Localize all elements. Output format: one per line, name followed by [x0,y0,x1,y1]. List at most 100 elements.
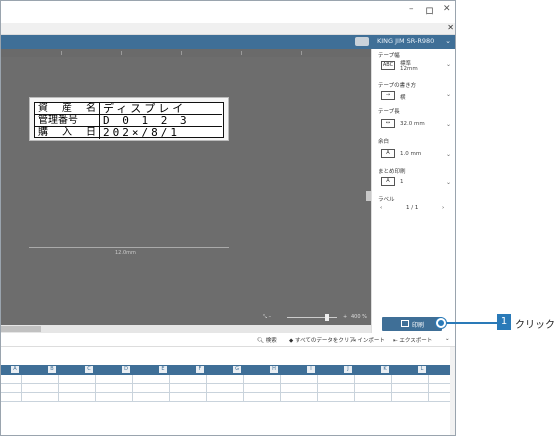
dimension-text: 12.0mm [115,250,136,256]
margin-icon[interactable]: A [381,149,395,158]
chevron-down-icon[interactable]: ⌄ [446,91,451,98]
app-window: – ロ ✕ ✕ KING JIM SR-R980 ⌄ 資 産 名 ディスプレイ [0,0,456,436]
chevron-down-icon[interactable]: ⌄ [446,121,451,128]
grid-column-header[interactable]: G [233,366,241,373]
chevron-down-icon[interactable]: ⌄ [446,151,451,158]
margin-label: 余白 [378,139,390,145]
print-button[interactable]: 印刷 [382,317,442,331]
tape-width-label: テープ幅 [378,53,400,59]
search-label: 検索 [265,338,277,344]
printer-icon [401,320,409,327]
scrollbar-thumb[interactable] [1,326,41,332]
label-key-char: 名 [86,103,96,114]
export-button[interactable]: ⇤ エクスポート [393,336,432,344]
prev-page-icon[interactable]: ‹ [380,205,382,211]
tape-direction-label: テープの書き方 [378,83,417,89]
zoom-slider-track[interactable] [287,317,337,318]
tape-width-icon[interactable]: ABC [381,61,395,70]
ruler-tick [181,51,182,55]
label-value: ディスプレイ [103,103,187,115]
minimize-button[interactable]: – [409,4,414,14]
tape-width-value: 12mm [400,66,418,72]
clear-all-button[interactable]: ◆ すべてのデータをクリア [289,336,355,344]
grid-column-header[interactable]: L [418,366,426,373]
close-button[interactable]: ✕ [443,4,451,14]
label-key-char: 購 [38,127,48,138]
grid-divider [354,375,355,402]
step-badge: 1 [497,314,511,330]
grid-divider [206,375,207,402]
label-preview[interactable]: 資 産 名 ディスプレイ 管理番号 D 0 1 2 3 購 入 日 202×/8… [29,97,229,141]
label-key-char: 産 [62,103,72,114]
table-row[interactable] [1,393,455,402]
close-icon[interactable]: ✕ [447,23,454,32]
printer-name: KING JIM SR-R980 [377,37,435,45]
import-label: インポート [357,338,385,344]
maximize-button[interactable]: ロ [425,4,434,17]
vertical-scrollbar[interactable] [450,347,455,435]
label-table: 資 産 名 ディスプレイ 管理番号 D 0 1 2 3 購 入 日 202×/8… [34,102,224,139]
grid-column-header[interactable]: F [196,366,204,373]
grid-column-header[interactable]: I [307,366,315,373]
zoom-control[interactable]: ⤡ – + 400 % [263,313,373,323]
page-indicator: 1 / 1 [406,205,419,211]
label-key-char: 入 [62,127,72,138]
grid-column-header[interactable]: J [344,366,352,373]
callout-line [441,322,497,324]
grid-column-header[interactable]: B [48,366,56,373]
label-key: 購 入 日 [35,127,100,139]
fit-icon[interactable]: ⤡ – [263,314,271,320]
grid-column-header[interactable]: C [85,366,93,373]
title-bar: – ロ ✕ [1,1,455,23]
label-key-char: 管理番号 [38,115,78,126]
ruler-tick [241,51,242,55]
print-label: 印刷 [412,322,425,329]
grid-divider [58,375,59,402]
tape-direction-icon[interactable]: → [381,91,395,100]
zoom-slider-knob[interactable] [325,314,329,321]
horizontal-scrollbar[interactable] [1,325,371,333]
chevron-down-icon[interactable]: ⌄ [446,179,451,186]
grid-column-header[interactable]: H [270,366,278,373]
grid-column-header[interactable]: D [122,366,130,373]
import-button[interactable]: ⇥ インポート [351,336,385,344]
printer-selector[interactable]: KING JIM SR-R980 ⌄ [351,35,455,49]
export-label: エクスポート [399,338,433,344]
table-row[interactable] [1,375,455,384]
grid-divider [95,375,96,402]
next-page-icon[interactable]: › [442,205,444,211]
grid-header: A B C D E F G H I J K L [1,365,455,375]
chevron-down-icon[interactable]: ⌄ [446,61,451,68]
margin-value: 1.0 mm [400,151,422,157]
label-key: 資 産 名 [35,103,100,115]
zoom-in-icon[interactable]: + [343,314,347,320]
callout-dot [436,318,446,328]
label-key: 管理番号 [35,115,100,127]
cut-label: まとめ印刷 [378,169,406,175]
label-row: 管理番号 D 0 1 2 3 [35,115,222,127]
panel-scrollbar[interactable] [366,191,371,201]
label-row: 資 産 名 ディスプレイ [35,103,222,115]
grid-divider [317,375,318,402]
grid-divider [169,375,170,402]
ruler-tick [121,51,122,55]
sub-bar: ✕ [1,23,455,35]
search-button[interactable]: 🔍︎ 検索 [257,336,277,344]
tape-length-label: テープ長 [378,109,400,115]
cut-icon[interactable]: A [381,177,395,186]
table-row[interactable] [1,384,455,393]
ruler [1,49,371,57]
clear-all-label: すべてのデータをクリア [294,338,355,344]
dimension-indicator: 12.0mm [29,244,229,256]
tape-length-icon[interactable]: ↔ [381,119,395,128]
label-label: ラベル [378,197,395,203]
grid-divider [243,375,244,402]
grid-column-header[interactable]: K [381,366,389,373]
grid-column-header[interactable]: A [11,366,19,373]
grid-divider [132,375,133,402]
label-row: 購 入 日 202×/8/1 [35,127,222,139]
chevron-down-icon: ⌄ [445,37,451,45]
grid-column-header[interactable]: E [159,366,167,373]
chevron-down-icon[interactable]: ⌄ [445,336,450,342]
cut-value: 1 [400,179,404,185]
